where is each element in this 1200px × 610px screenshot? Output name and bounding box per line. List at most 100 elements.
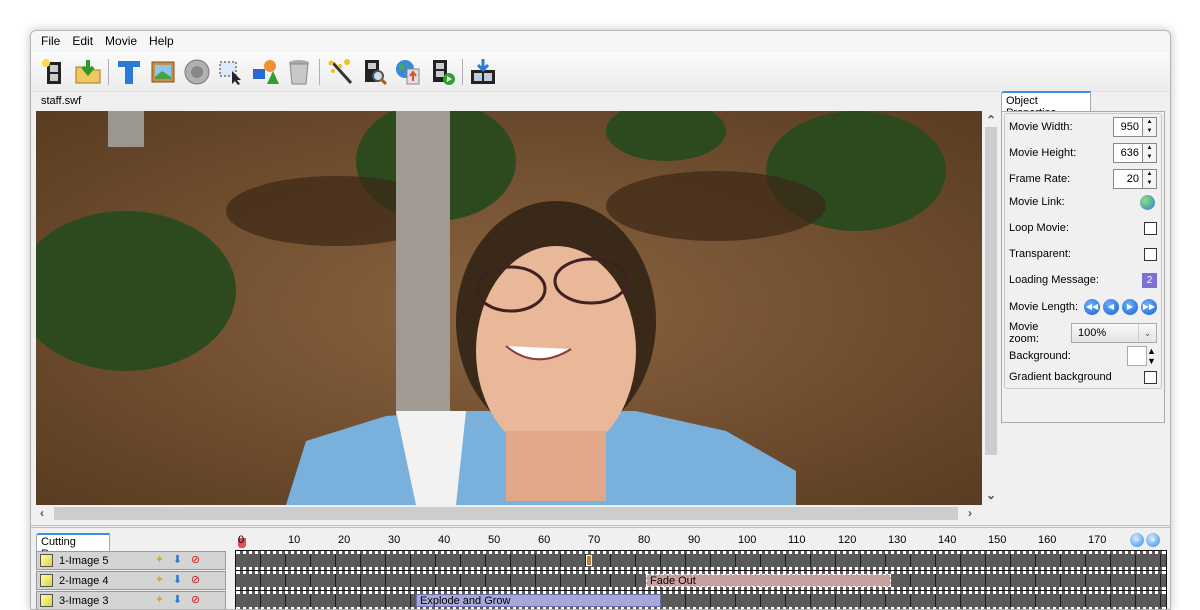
play-movie-button[interactable]	[425, 55, 459, 89]
spin-down-icon[interactable]: ▼	[1143, 153, 1156, 162]
effects-wand-icon[interactable]: ✦	[152, 593, 167, 608]
layer-name: 2-Image 4	[59, 574, 109, 587]
new-movie-button[interactable]	[37, 55, 71, 89]
preview-button[interactable]	[357, 55, 391, 89]
spin-down-icon[interactable]: ▼	[1143, 179, 1156, 188]
movie-width-stepper[interactable]: 950 ▲ ▼	[1113, 117, 1157, 137]
scroll-right-icon[interactable]: ›	[968, 507, 972, 519]
frame-rate-stepper[interactable]: 20 ▲ ▼	[1113, 169, 1157, 189]
layer-row[interactable]: 1-Image 5 ✦ ⬇ ⊘	[36, 551, 226, 570]
loading-message-row: Loading Message: 2	[1009, 269, 1157, 291]
background-row: Background: ▲ ▼	[1009, 345, 1157, 367]
zoom-in-icon[interactable]: +	[1146, 533, 1160, 547]
delete-button[interactable]	[282, 55, 316, 89]
ruler-tick-label: 80	[638, 534, 651, 546]
file-name-label: staff.swf	[41, 95, 82, 107]
export-button[interactable]	[466, 55, 500, 89]
toolbar	[31, 52, 1170, 92]
ruler-tick-label: 90	[688, 534, 701, 546]
effects-wand-icon[interactable]: ✦	[152, 573, 167, 588]
ruler-tick-label: 60	[538, 534, 551, 546]
movie-length-label: Movie Length:	[1009, 301, 1079, 313]
tab-object-properties[interactable]: Object Properties	[1001, 91, 1091, 119]
menu-help[interactable]: Help	[143, 34, 180, 48]
effect-block[interactable]: Fade Out	[646, 574, 891, 587]
scroll-left-icon[interactable]: ‹	[40, 507, 44, 519]
shapes-button[interactable]	[248, 55, 282, 89]
chevron-down-icon[interactable]: ⌄	[1138, 324, 1156, 342]
movie-zoom-select[interactable]: 100% ⌄	[1071, 323, 1157, 343]
effects-button[interactable]	[323, 55, 357, 89]
visibility-off-icon[interactable]: ⊘	[188, 553, 203, 568]
image-button[interactable]	[146, 55, 180, 89]
effects-wand-icon[interactable]: ✦	[152, 553, 167, 568]
vertical-scroll-thumb[interactable]	[985, 127, 997, 455]
splitter[interactable]	[31, 525, 1170, 528]
sound-button[interactable]	[180, 55, 214, 89]
stage-vertical-scrollbar[interactable]: ⌃ ⌄	[982, 111, 999, 505]
movie-width-row: Movie Width: 950 ▲ ▼	[1009, 116, 1157, 138]
background-label: Background:	[1009, 350, 1071, 362]
gradient-background-checkbox[interactable]	[1144, 370, 1157, 384]
movie-width-field[interactable]: 950	[1113, 117, 1143, 137]
zoom-out-icon[interactable]: −	[1130, 533, 1144, 547]
movie-height-label: Movie Height:	[1009, 147, 1077, 159]
rewind-icon[interactable]: ◀◀	[1084, 299, 1100, 315]
spin-down-icon[interactable]: ▼	[1143, 127, 1156, 136]
timeline-ruler[interactable]: − + 0 10 20 30 40 50 60 70 80 90 100 110 120 130 140 15…	[236, 533, 1166, 551]
frame-rate-field[interactable]: 20	[1113, 169, 1143, 189]
scroll-up-icon[interactable]: ⌃	[986, 114, 996, 126]
loop-movie-checkbox[interactable]	[1144, 221, 1157, 235]
scroll-down-icon[interactable]: ⌄	[986, 489, 996, 501]
spin-up-icon[interactable]: ▲	[1143, 144, 1156, 153]
stage-photo	[36, 111, 982, 505]
effect-block[interactable]: Explode and Grow	[416, 594, 661, 607]
movie-zoom-label: Movie zoom:	[1009, 321, 1039, 345]
new-movie-icon	[42, 58, 61, 84]
layer-export-icon[interactable]: ⬇	[170, 593, 185, 608]
timeline-track[interactable]: Explode and Grow	[235, 590, 1167, 609]
timeline-track[interactable]	[235, 550, 1167, 571]
color-picker-arrow-icon[interactable]: ▲ ▼	[1147, 346, 1157, 366]
menu-edit[interactable]: Edit	[66, 34, 99, 48]
trash-icon	[289, 59, 309, 84]
menu-movie[interactable]: Movie	[99, 34, 143, 48]
spin-up-icon[interactable]: ▲	[1143, 170, 1156, 179]
movie-stage[interactable]	[36, 111, 982, 505]
timeline-track[interactable]: Fade Out	[235, 570, 1167, 591]
layer-export-icon[interactable]: ⬇	[170, 553, 185, 568]
ruler-tick-label: 170	[1088, 534, 1107, 546]
preview-icon	[365, 59, 388, 85]
image-layer-icon	[40, 554, 53, 567]
keyframe-marker[interactable]	[586, 555, 592, 566]
image-layer-icon	[40, 594, 53, 607]
visibility-off-icon[interactable]: ⊘	[188, 593, 203, 608]
layer-name: 3-Image 3	[59, 594, 109, 607]
layer-row[interactable]: 2-Image 4 ✦ ⬇ ⊘	[36, 571, 226, 590]
layer-export-icon[interactable]: ⬇	[170, 573, 185, 588]
visibility-off-icon[interactable]: ⊘	[188, 573, 203, 588]
select-icon	[219, 61, 241, 85]
movie-zoom-row: Movie zoom: 100% ⌄	[1009, 321, 1157, 345]
movie-height-stepper[interactable]: 636 ▲ ▼	[1113, 143, 1157, 163]
globe-icon[interactable]	[1140, 194, 1155, 210]
loading-message-icon[interactable]: 2	[1142, 272, 1157, 288]
fast-forward-icon[interactable]: ▶▶	[1141, 299, 1157, 315]
tab-cutting-room[interactable]: Cutting Room	[36, 533, 110, 560]
step-back-icon[interactable]: ◀	[1103, 299, 1119, 315]
open-button[interactable]	[71, 55, 105, 89]
stage-horizontal-scrollbar[interactable]: ‹ ›	[36, 505, 982, 522]
spin-up-icon[interactable]: ▲	[1143, 118, 1156, 127]
ruler-tick-label: 70	[588, 534, 601, 546]
step-forward-icon[interactable]: ▶	[1122, 299, 1138, 315]
transparent-checkbox[interactable]	[1144, 247, 1157, 261]
background-color-swatch[interactable]	[1127, 346, 1147, 366]
select-button[interactable]	[214, 55, 248, 89]
horizontal-scroll-thumb[interactable]	[54, 507, 958, 520]
text-button[interactable]	[112, 55, 146, 89]
movie-height-field[interactable]: 636	[1113, 143, 1143, 163]
publish-button[interactable]	[391, 55, 425, 89]
layer-row[interactable]: 3-Image 3 ✦ ⬇ ⊘	[36, 591, 226, 609]
menu-file[interactable]: File	[35, 34, 66, 48]
play-movie-icon	[433, 59, 455, 85]
